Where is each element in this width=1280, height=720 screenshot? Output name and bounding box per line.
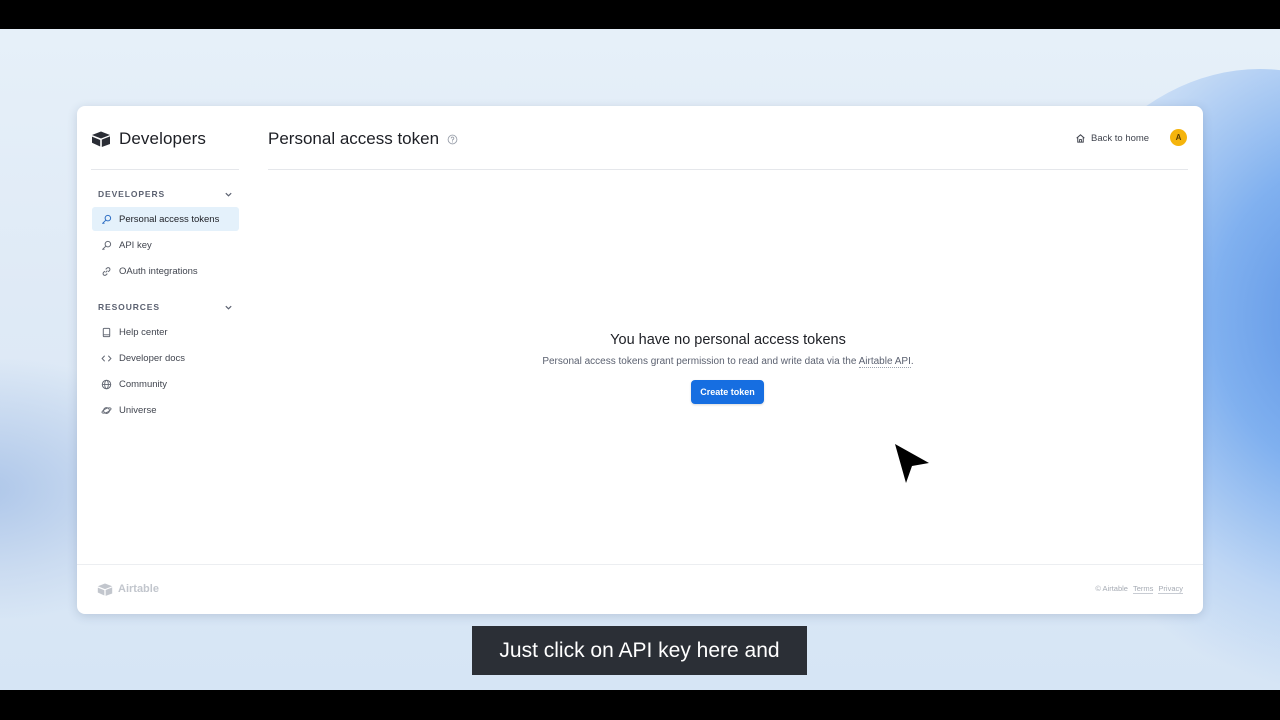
key-icon <box>102 240 112 250</box>
copyright-text: © Airtable <box>1095 584 1128 593</box>
footer-logo[interactable]: Airtable <box>97 581 159 597</box>
letterbox-bar <box>0 690 1280 720</box>
sidebar-item-label: Personal access tokens <box>119 213 220 225</box>
avatar[interactable]: A <box>1170 129 1187 146</box>
sidebar-item-label: Universe <box>119 404 157 416</box>
empty-state-description: Personal access tokens grant permission … <box>268 356 1188 368</box>
link-icon <box>102 266 111 276</box>
terms-link[interactable]: Terms <box>1132 584 1154 594</box>
airtable-logo-icon <box>97 583 113 596</box>
divider <box>268 169 1188 170</box>
globe-icon <box>101 379 112 389</box>
sidebar-item-developer-docs[interactable]: Developer docs <box>92 346 239 370</box>
sidebar-item-label: API key <box>119 239 152 251</box>
sidebar: Developers DEVELOPERS Personal access to… <box>77 106 253 564</box>
section-title: DEVELOPERS <box>98 189 166 199</box>
chevron-down-icon <box>225 192 232 197</box>
sidebar-item-help-center[interactable]: Help center <box>92 320 239 344</box>
create-token-button[interactable]: Create token <box>691 380 764 404</box>
video-caption: Just click on API key here and <box>472 626 807 675</box>
airtable-logo-icon <box>92 131 110 147</box>
sidebar-item-label: OAuth integrations <box>119 265 198 277</box>
airtable-api-link[interactable]: Airtable API <box>858 356 911 368</box>
code-icon <box>101 354 112 362</box>
planet-icon <box>101 406 112 414</box>
key-icon <box>102 214 112 224</box>
sidebar-item-universe[interactable]: Universe <box>92 398 239 422</box>
section-header-resources[interactable]: RESOURCES <box>98 299 233 315</box>
description-text: Personal access tokens grant permission … <box>542 356 859 367</box>
sidebar-item-community[interactable]: Community <box>92 372 239 396</box>
sidebar-item-oauth-integrations[interactable]: OAuth integrations <box>92 259 239 283</box>
avatar-initial: A <box>1175 133 1182 142</box>
help-icon[interactable] <box>447 134 458 145</box>
sidebar-item-label: Developer docs <box>119 352 186 364</box>
footer: Airtable © Airtable Terms Privacy <box>77 564 1203 614</box>
footer-logo-text: Airtable <box>118 583 159 595</box>
divider <box>91 169 239 170</box>
book-icon <box>102 327 111 337</box>
back-to-home-label: Back to home <box>1091 132 1150 144</box>
page-title-text: Personal access token <box>268 129 440 148</box>
brand[interactable]: Developers <box>91 128 206 150</box>
home-icon <box>1076 133 1085 143</box>
developers-window: Developers DEVELOPERS Personal access to… <box>77 106 1203 614</box>
chevron-down-icon <box>225 305 232 310</box>
privacy-link[interactable]: Privacy <box>1158 584 1183 594</box>
footer-links: © Airtable Terms Privacy <box>1095 584 1183 594</box>
section-header-developers[interactable]: DEVELOPERS <box>98 186 233 202</box>
back-to-home-link[interactable]: Back to home <box>1075 130 1149 146</box>
sidebar-item-label: Help center <box>119 326 168 338</box>
sidebar-item-personal-access-tokens[interactable]: Personal access tokens <box>92 207 239 231</box>
sidebar-item-api-key[interactable]: API key <box>92 233 239 257</box>
description-text: . <box>910 356 914 367</box>
empty-state-title: You have no personal access tokens <box>610 332 846 348</box>
brand-title: Developers <box>119 129 206 148</box>
sidebar-item-label: Community <box>119 378 168 390</box>
page-title: Personal access token <box>268 128 458 150</box>
section-title: RESOURCES <box>98 302 160 312</box>
